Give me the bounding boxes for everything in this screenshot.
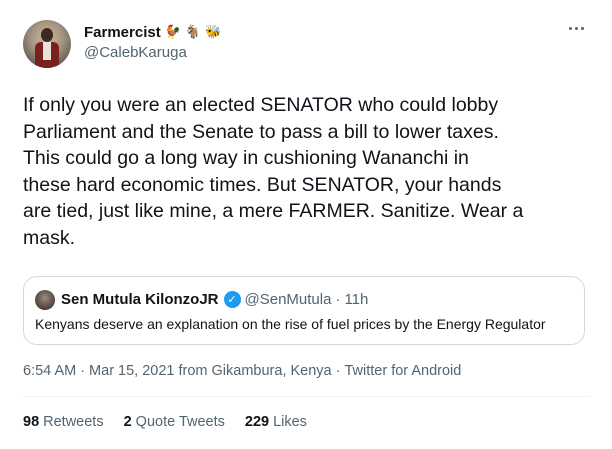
quoted-separator: ·: [335, 291, 341, 308]
author-handle[interactable]: @CalebKaruga: [84, 44, 187, 61]
tweet-card: Farmercist 🐓 🐐 🐝 @CalebKaruga If only yo…: [0, 0, 612, 449]
tweet-location[interactable]: from Gikambura, Kenya: [179, 363, 332, 379]
quoted-avatar[interactable]: [35, 290, 55, 310]
author-name-row: Farmercist 🐓 🐐 🐝: [84, 24, 221, 41]
tweet-source[interactable]: Twitter for Android: [344, 363, 461, 379]
goat-emoji: 🐐: [184, 25, 202, 40]
bee-emoji: 🐝: [205, 25, 222, 40]
quoted-text: Kenyans deserve an explanation on the ri…: [35, 316, 546, 332]
quote-tweets-count: 2: [123, 414, 132, 430]
quoted-display-name: Sen Mutula KilonzoJR: [61, 291, 219, 308]
more-horizontal-icon[interactable]: [569, 27, 584, 30]
rooster-emoji: 🐓: [164, 25, 181, 40]
tweet-time[interactable]: 6:54 AM: [23, 363, 76, 379]
author-avatar[interactable]: [23, 20, 71, 68]
quote-tweets-stat[interactable]: 2 Quote Tweets: [124, 414, 225, 430]
retweets-count: 98: [23, 414, 40, 430]
retweets-stat[interactable]: 98 Retweets: [23, 414, 104, 430]
tweet-date[interactable]: Mar 15, 2021: [89, 363, 174, 379]
quoted-tweet[interactable]: Sen Mutula KilonzoJR ✓ @SenMutula · 11h …: [23, 276, 585, 345]
quoted-header: Sen Mutula KilonzoJR ✓ @SenMutula · 11h: [61, 291, 368, 308]
retweets-label: Retweets: [43, 414, 104, 430]
quoted-handle: @SenMutula: [244, 291, 332, 308]
verified-badge-icon: ✓: [223, 291, 241, 308]
author-display-name[interactable]: Farmercist: [84, 24, 161, 41]
engagement-stats: 98 Retweets 2 Quote Tweets 229 Likes: [23, 414, 307, 430]
likes-count: 229: [244, 414, 270, 430]
divider: [23, 396, 590, 397]
meta-separator: ·: [80, 363, 86, 379]
likes-label: Likes: [273, 414, 307, 430]
tweet-meta: 6:54 AM · Mar 15, 2021 from Gikambura, K…: [23, 363, 461, 379]
quote-tweets-label: Quote Tweets: [135, 414, 225, 430]
tweet-text: If only you were an elected SENATOR who …: [23, 94, 524, 249]
quoted-time: 11h: [344, 291, 369, 308]
likes-stat[interactable]: 229 Likes: [245, 414, 307, 430]
meta-separator: ·: [335, 363, 341, 379]
